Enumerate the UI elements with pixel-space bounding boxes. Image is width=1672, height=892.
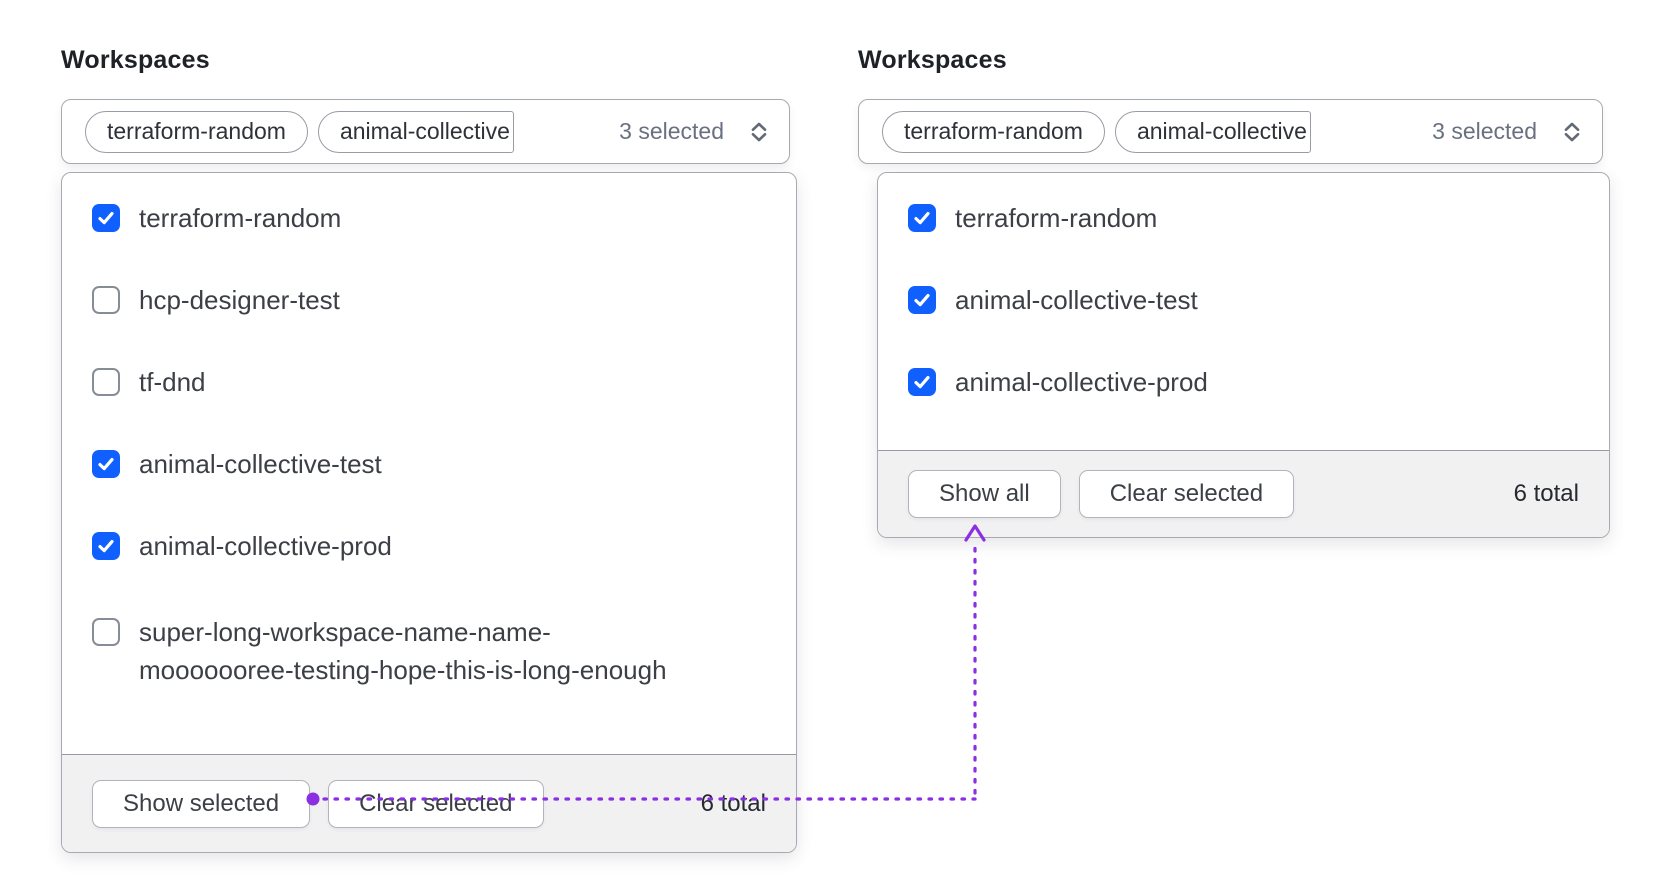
option-label: animal-collective-prod: [955, 367, 1208, 397]
filter-tag[interactable]: terraform-random: [882, 110, 1105, 153]
filter-tag-clipped[interactable]: animal-collective: [317, 110, 514, 153]
option-row[interactable]: tf-dnd: [62, 341, 796, 423]
show-all-button[interactable]: Show all: [908, 470, 1061, 518]
filter-tag[interactable]: terraform-random: [85, 110, 308, 153]
options-list: terraform-random hcp-designer-test tf-dn…: [62, 173, 796, 754]
chevron-up-down-icon: [1560, 120, 1584, 144]
clear-selected-button[interactable]: Clear selected: [1078, 470, 1295, 518]
option-row[interactable]: terraform-random: [62, 177, 796, 259]
selected-count: 3 selected: [619, 118, 724, 144]
clear-selected-button[interactable]: Clear selected: [328, 779, 544, 828]
total-count: 6 total: [700, 789, 766, 817]
multiselect-trigger[interactable]: terraform-random animal-collective 3 sel…: [858, 99, 1603, 164]
option-label: hcp-designer-test: [139, 285, 340, 315]
multiselect-trigger[interactable]: terraform-random animal-collective 3 sel…: [61, 99, 790, 164]
chevron-up-down-icon: [747, 120, 771, 144]
list-footer: Show selected Clear selected 6 total: [62, 754, 796, 852]
option-row[interactable]: animal-collective-prod: [62, 505, 796, 587]
checkbox[interactable]: [92, 368, 120, 396]
workspaces-label: Workspaces: [858, 46, 1007, 74]
option-label: animal-collective-test: [139, 449, 382, 479]
option-row[interactable]: terraform-random: [878, 177, 1609, 259]
checkmark-icon: [98, 540, 114, 553]
option-label: tf-dnd: [139, 367, 206, 397]
option-label: animal-collective-prod: [139, 531, 392, 561]
multiselect-listbox: terraform-random hcp-designer-test tf-dn…: [61, 172, 797, 853]
checkmark-icon: [914, 294, 930, 307]
option-row[interactable]: animal-collective-test: [878, 259, 1609, 341]
checkbox[interactable]: [908, 368, 936, 396]
list-footer: Show all Clear selected 6 total: [878, 450, 1609, 537]
checkbox[interactable]: [908, 204, 936, 232]
filter-tag-clipped[interactable]: animal-collective: [1114, 110, 1311, 153]
checkmark-icon: [914, 376, 930, 389]
option-row[interactable]: super-long-workspace-name-name- moooooor…: [62, 587, 796, 715]
checkmark-icon: [98, 212, 114, 225]
total-count: 6 total: [1513, 480, 1579, 507]
checkbox[interactable]: [92, 450, 120, 478]
workspaces-label: Workspaces: [61, 46, 210, 74]
checkbox[interactable]: [92, 204, 120, 232]
option-label: terraform-random: [139, 203, 342, 233]
options-list: terraform-random animal-collective-test …: [878, 173, 1609, 450]
checkbox[interactable]: [92, 618, 120, 646]
selected-count: 3 selected: [1432, 118, 1537, 144]
option-label: super-long-workspace-name-name- moooooor…: [139, 617, 667, 685]
show-selected-button[interactable]: Show selected: [92, 779, 311, 828]
option-label: animal-collective-test: [955, 285, 1198, 315]
option-label: terraform-random: [955, 203, 1158, 233]
checkbox[interactable]: [92, 286, 120, 314]
checkmark-icon: [98, 458, 114, 471]
multiselect-listbox: terraform-random animal-collective-test …: [877, 172, 1610, 538]
option-row[interactable]: animal-collective-prod: [878, 341, 1609, 423]
option-row[interactable]: animal-collective-test: [62, 423, 796, 505]
option-row[interactable]: hcp-designer-test: [62, 259, 796, 341]
checkbox[interactable]: [908, 286, 936, 314]
checkbox[interactable]: [92, 532, 120, 560]
checkmark-icon: [914, 212, 930, 225]
